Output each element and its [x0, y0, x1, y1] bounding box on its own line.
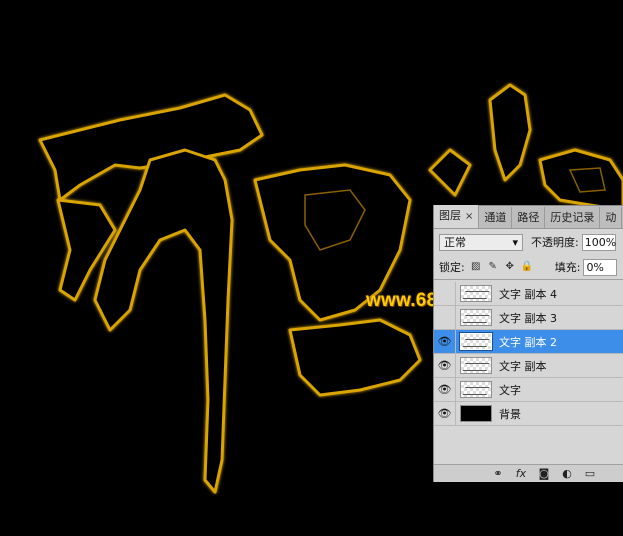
lock-transparent-icon[interactable]: ▨: [470, 261, 482, 273]
lock-move-icon[interactable]: ✥: [504, 261, 516, 273]
layer-name: 文字 副本 4: [499, 287, 557, 301]
layer-row-selected[interactable]: 👁 文字 副本 2: [434, 330, 623, 354]
panel-tabs: 图层 × 通道 路径 历史记录 动: [434, 205, 623, 229]
layer-thumbnail: [459, 332, 493, 351]
fx-icon[interactable]: fx: [512, 467, 530, 480]
blend-mode-select[interactable]: 正常 ▾: [439, 233, 523, 251]
blend-mode-value: 正常: [444, 236, 466, 249]
opacity-input[interactable]: 100%: [581, 233, 616, 251]
link-icon[interactable]: ⚭: [489, 467, 507, 480]
layer-thumbnail: [460, 357, 492, 374]
tab-label: 图层: [439, 209, 461, 222]
tab-actions[interactable]: 动: [600, 207, 623, 228]
panel-footer: ⚭ fx ◙ ◐ ▭: [434, 464, 623, 482]
layer-list: 文字 副本 4 文字 副本 3 👁 文字 副本 2 👁 文字 副本 👁 文字 👁…: [434, 282, 623, 426]
tab-label: 通道: [484, 211, 507, 224]
visibility-toggle[interactable]: [434, 306, 456, 329]
tab-history[interactable]: 历史记录: [545, 207, 601, 228]
folder-icon[interactable]: ▭: [581, 467, 599, 480]
layer-row[interactable]: 👁 文字: [434, 378, 623, 402]
tab-label: 历史记录: [550, 211, 595, 224]
tab-label: 路径: [517, 211, 540, 224]
lock-fill-row: 锁定: ▨ ✎ ✥ 🔒 填充: 0%: [434, 255, 623, 280]
tab-paths[interactable]: 路径: [512, 207, 546, 228]
layer-name: 文字 副本 2: [499, 335, 557, 349]
fill-label: 填充:: [554, 261, 581, 274]
layer-thumbnail: [460, 285, 492, 302]
eye-icon[interactable]: 👁: [434, 402, 456, 425]
layer-row[interactable]: 文字 副本 4: [434, 282, 623, 306]
lock-brush-icon[interactable]: ✎: [487, 261, 499, 273]
layers-panel: 图层 × 通道 路径 历史记录 动 正常 ▾ 不透明度: 100% 锁定: ▨ ✎…: [433, 205, 623, 482]
blend-opacity-row: 正常 ▾ 不透明度: 100%: [434, 229, 623, 255]
adjustment-icon[interactable]: ◐: [558, 467, 576, 480]
lock-label: 锁定:: [439, 261, 465, 274]
eye-icon[interactable]: 👁: [434, 330, 456, 353]
layer-name: 文字: [499, 383, 521, 397]
layer-row[interactable]: 文字 副本 3: [434, 306, 623, 330]
visibility-toggle[interactable]: [434, 282, 456, 305]
eye-icon[interactable]: 👁: [434, 354, 456, 377]
tab-label: 动: [605, 211, 617, 224]
opacity-label: 不透明度:: [531, 236, 579, 249]
layer-name: 文字 副本: [499, 359, 547, 373]
close-icon[interactable]: ×: [465, 211, 473, 222]
layer-row[interactable]: 👁 背景: [434, 402, 623, 426]
layer-thumbnail: [460, 381, 492, 398]
mask-icon[interactable]: ◙: [535, 467, 553, 480]
layer-thumbnail: [460, 309, 492, 326]
chevron-down-icon: ▾: [512, 235, 518, 249]
layer-thumbnail: [460, 405, 492, 422]
tab-layers[interactable]: 图层 ×: [434, 205, 480, 228]
lock-all-icon[interactable]: 🔒: [521, 261, 533, 273]
fill-input[interactable]: 0%: [583, 258, 618, 276]
tab-channels[interactable]: 通道: [479, 207, 513, 228]
layer-name: 背景: [499, 407, 521, 421]
layer-row[interactable]: 👁 文字 副本: [434, 354, 623, 378]
eye-icon[interactable]: 👁: [434, 378, 456, 401]
layer-name: 文字 副本 3: [499, 311, 557, 325]
